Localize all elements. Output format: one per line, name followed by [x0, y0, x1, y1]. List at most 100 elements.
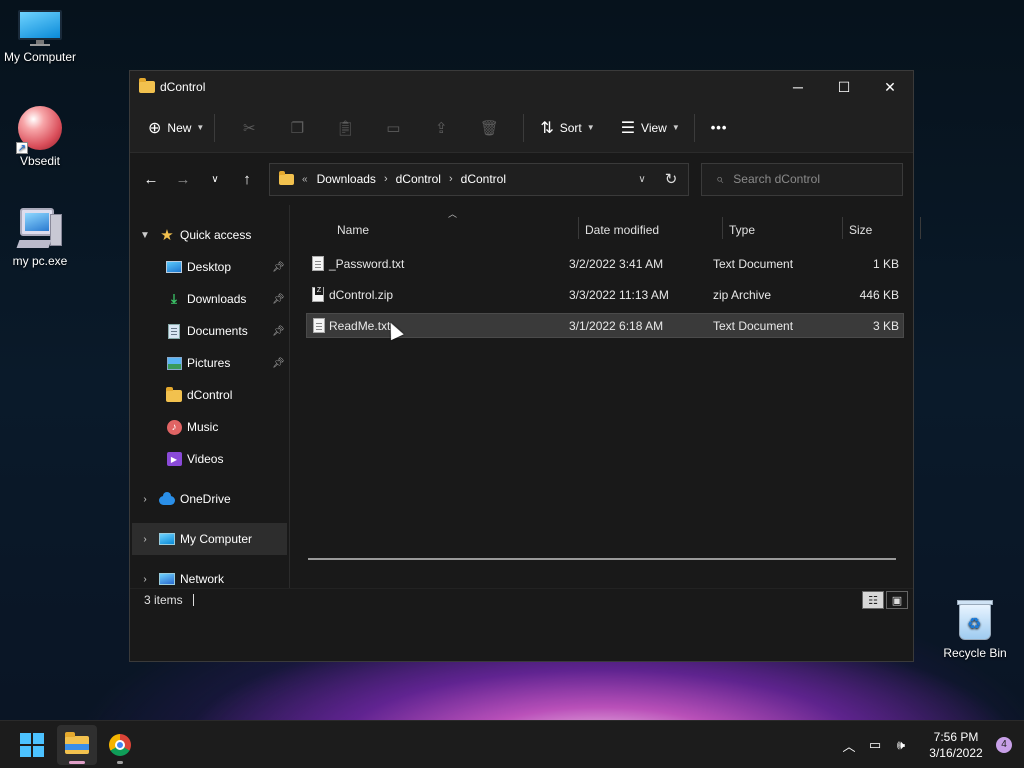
minimize-button[interactable]: ─ — [775, 71, 821, 103]
new-button[interactable]: ⊕ New ▼ — [148, 112, 204, 144]
nav-my-computer[interactable]: › My Computer — [132, 523, 287, 555]
recycle-bin-icon: ♻ — [955, 598, 995, 642]
nav-onedrive[interactable]: › OneDrive — [130, 483, 289, 515]
taskbar-file-explorer[interactable] — [57, 725, 97, 765]
breadcrumb-downloads[interactable]: Downloads — [317, 172, 376, 186]
details-view-button[interactable]: ☷ — [862, 591, 884, 609]
notification-badge[interactable]: 4 — [996, 737, 1012, 753]
clock[interactable]: 7:56 PM 3/16/2022 — [920, 729, 992, 761]
chevron-right-icon[interactable]: › — [131, 574, 159, 585]
share-button[interactable]: ⇪ — [417, 112, 465, 144]
taskbar-chrome[interactable] — [100, 725, 140, 765]
file-row-dcontrol-zip[interactable]: dControl.zip 3/3/2022 11:13 AM zip Archi… — [306, 282, 904, 307]
search-input[interactable]: ⌕ Search dControl — [701, 162, 903, 196]
nav-label: dControl — [187, 388, 233, 402]
pin-icon: 📌︎ — [272, 293, 285, 305]
videos-icon: ▶ — [166, 452, 182, 466]
folder-icon — [279, 170, 294, 185]
nav-dcontrol[interactable]: dControl — [130, 379, 289, 411]
desktop-icon-vbsedit[interactable]: ↗ Vbsedit — [0, 106, 80, 168]
file-type: Text Document — [713, 256, 794, 271]
address-row: ← → ∨ ↑ « Downloads › dControl › dContro… — [130, 153, 913, 205]
nav-quick-access[interactable]: ▼ ★ Quick access — [130, 219, 289, 251]
network-status-icon[interactable]: ▭ — [862, 737, 888, 753]
pictures-icon — [166, 356, 182, 370]
breadcrumb-dcontrol[interactable]: dControl — [396, 172, 441, 186]
column-headers: ︿ Name Date modified Type Size — [306, 205, 921, 241]
delete-button[interactable]: 🗑︎ — [465, 112, 513, 144]
windows-logo-icon — [20, 732, 31, 744]
nav-downloads[interactable]: ⤓ Downloads 📌︎ — [130, 283, 289, 315]
more-options-button[interactable]: ••• — [711, 112, 728, 144]
horizontal-scrollbar[interactable] — [308, 558, 896, 560]
file-name: _Password.txt — [329, 256, 405, 271]
tiles-view-icon: ▣ — [891, 594, 903, 607]
desktop-icon-my-pc-exe[interactable]: my pc.exe — [0, 206, 80, 268]
chevron-down-icon[interactable]: ▼ — [131, 230, 159, 241]
file-size: 3 KB — [872, 318, 899, 333]
start-button[interactable] — [20, 732, 44, 757]
breadcrumb-dcontrol-current[interactable]: dControl — [461, 172, 506, 186]
column-size[interactable]: Size — [849, 223, 872, 237]
search-icon: ⌕ — [716, 171, 724, 186]
navigation-pane[interactable]: ▼ ★ Quick access Desktop 📌︎ ⤓ Downloads … — [130, 205, 290, 588]
sort-button[interactable]: ⇅ Sort ▼ — [540, 112, 594, 144]
recent-locations-button[interactable]: ∨ — [199, 163, 231, 195]
nav-music[interactable]: ♪ Music — [130, 411, 289, 443]
file-row-readme[interactable]: ReadMe.txt 3/1/2022 6:18 AM Text Documen… — [306, 313, 904, 341]
maximize-button[interactable]: ☐ — [821, 71, 867, 103]
nav-label: Pictures — [187, 356, 231, 370]
chevron-right-icon[interactable]: › — [131, 494, 159, 505]
column-type[interactable]: Type — [729, 223, 755, 237]
nav-label: Music — [187, 420, 219, 434]
large-icons-view-button[interactable]: ▣ — [886, 591, 908, 609]
arrow-left-icon: ← — [143, 170, 159, 188]
copy-button[interactable]: ❐ — [273, 112, 321, 144]
nav-videos[interactable]: ▶ Videos — [130, 443, 289, 475]
status-bar: 3 items ☷ ▣ — [130, 588, 913, 610]
chevron-up-icon[interactable]: ︿ — [836, 736, 862, 755]
pin-icon: 📌︎ — [272, 357, 285, 369]
file-row-password[interactable]: _Password.txt 3/2/2022 3:41 AM Text Docu… — [306, 251, 904, 276]
file-name: ReadMe.txt — [329, 318, 391, 333]
back-button[interactable]: ← — [135, 163, 167, 195]
details-view-icon: ☷ — [868, 594, 878, 607]
chevron-down-icon: ▼ — [671, 123, 680, 132]
nav-desktop[interactable]: Desktop 📌︎ — [130, 251, 289, 283]
chevron-right-icon[interactable]: › — [131, 534, 159, 545]
desktop-icon-recycle-bin[interactable]: ♻ Recycle Bin — [935, 598, 1015, 660]
star-icon: ★ — [160, 227, 174, 244]
overflow-icon[interactable]: « — [302, 174, 308, 185]
title-bar[interactable]: dControl ─ ☐ ✕ — [130, 71, 913, 103]
copy-icon: ❐ — [290, 119, 305, 137]
chevron-right-icon[interactable]: › — [384, 173, 388, 185]
cut-button[interactable]: ✂ — [225, 112, 273, 144]
volume-icon[interactable]: 🕪︎ — [888, 737, 914, 753]
up-button[interactable]: ↑ — [231, 163, 263, 195]
chevron-right-icon[interactable]: › — [449, 173, 453, 185]
chevron-down-icon: ∨ — [211, 173, 219, 185]
desktop-icon-my-computer[interactable]: My Computer — [0, 10, 80, 64]
rename-button[interactable]: ▭ — [369, 112, 417, 144]
close-button[interactable]: ✕ — [867, 71, 913, 103]
nav-documents[interactable]: Documents 📌︎ — [130, 315, 289, 347]
nav-pictures[interactable]: Pictures 📌︎ — [130, 347, 289, 379]
computer-icon — [159, 533, 175, 545]
file-date: 3/3/2022 11:13 AM — [569, 287, 669, 302]
paste-button[interactable]: 📋︎ — [321, 112, 369, 144]
refresh-icon[interactable]: ↻ — [654, 170, 688, 188]
text-file-icon — [313, 318, 325, 333]
rename-icon: ▭ — [386, 119, 401, 137]
column-name[interactable]: Name — [337, 223, 369, 237]
forward-button[interactable]: → — [167, 163, 199, 195]
view-button[interactable]: ☰ View ▼ — [621, 112, 680, 144]
desktop-icon-label: my pc.exe — [12, 254, 68, 268]
file-size: 1 KB — [872, 256, 899, 271]
address-dropdown-icon[interactable]: ∨ — [630, 174, 654, 185]
column-date-modified[interactable]: Date modified — [585, 223, 659, 237]
nav-label: My Computer — [180, 532, 253, 546]
nav-label: Documents — [187, 324, 248, 338]
address-bar[interactable]: « Downloads › dControl › dControl ∨ ↻ — [269, 162, 689, 196]
file-list[interactable]: ︿ Name Date modified Type Size _Password… — [290, 205, 921, 588]
text-file-icon — [312, 256, 324, 271]
